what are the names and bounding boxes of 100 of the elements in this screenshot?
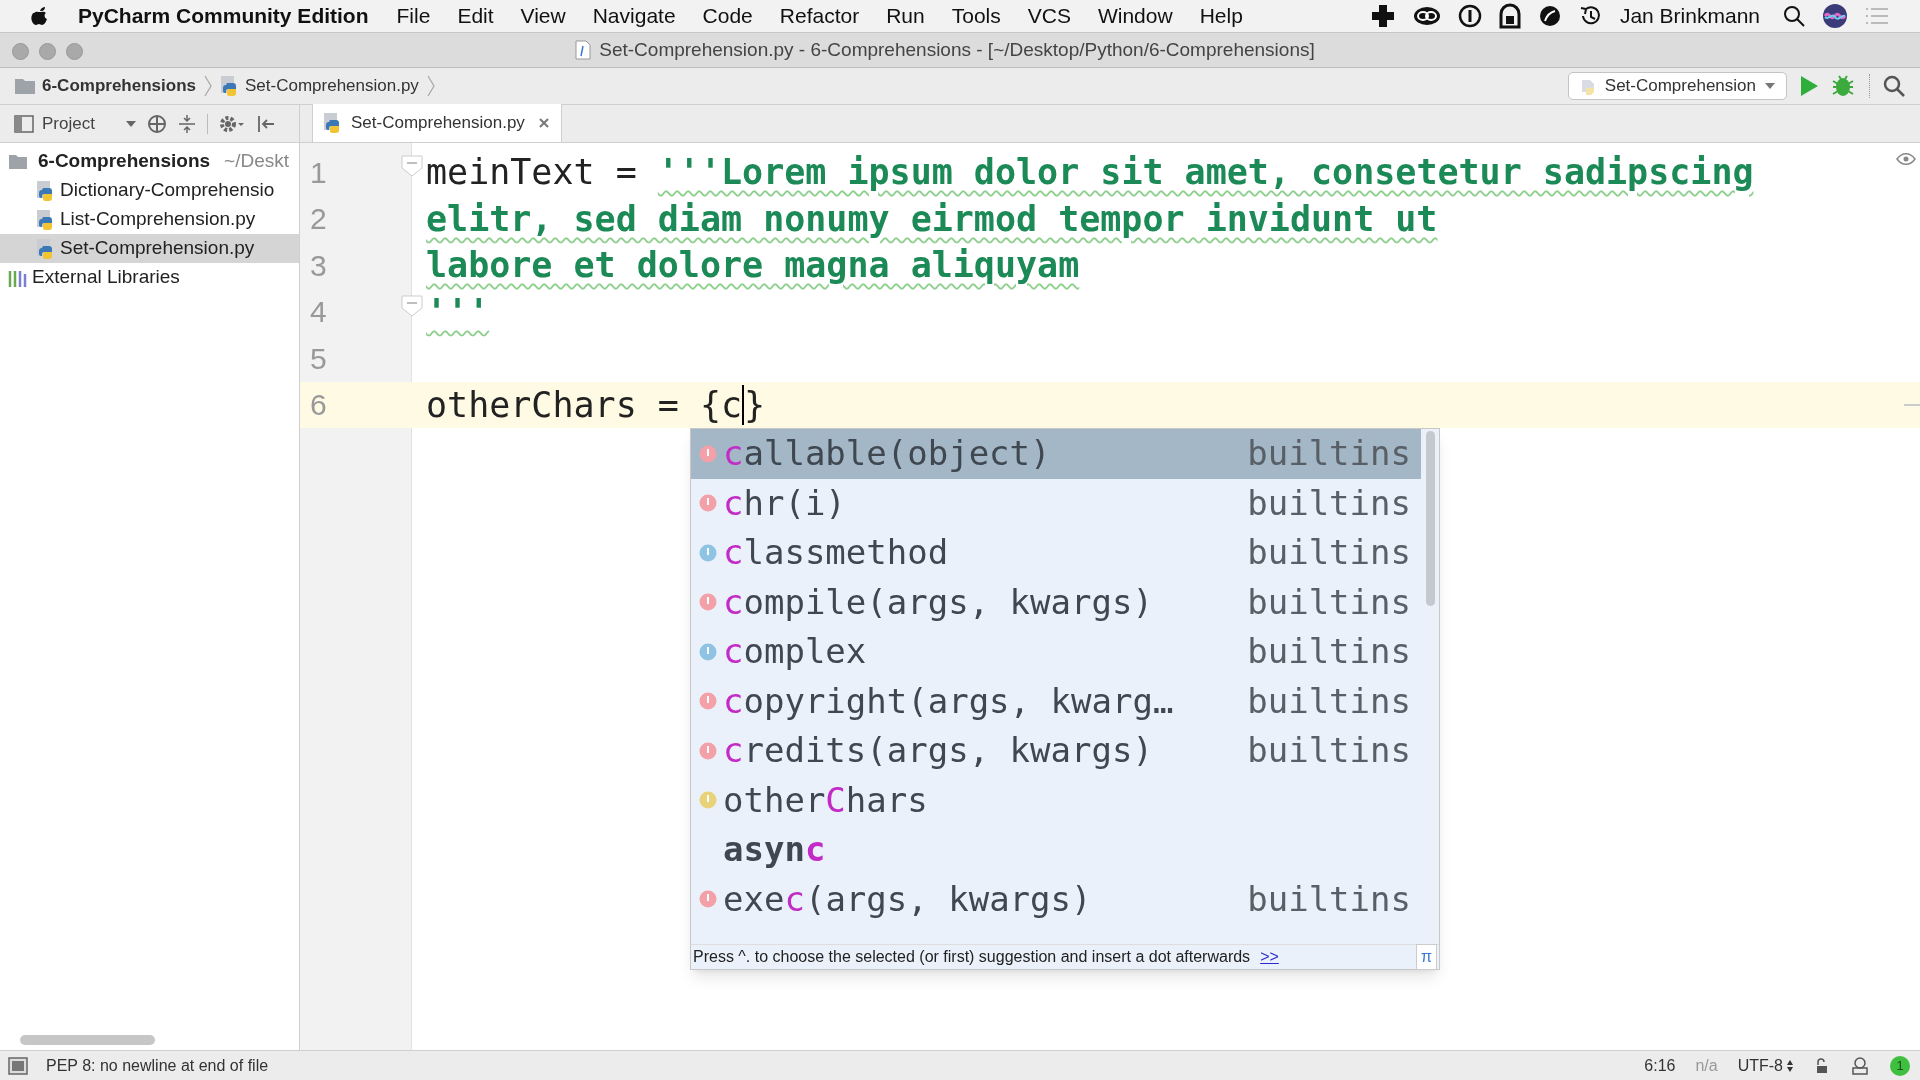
library-icon	[8, 268, 28, 287]
menu-item[interactable]: Window	[1097, 0, 1173, 32]
menu-item[interactable]: File	[396, 0, 431, 32]
code-identifier: meinText	[426, 151, 595, 194]
menu-item[interactable]: VCS	[1027, 0, 1071, 32]
completion-item[interactable]: exec(args, kwargs) builtins	[691, 874, 1421, 924]
string-literal: labore et dolore magna aliquyam	[426, 244, 1080, 287]
app-name[interactable]: PyCharm Community Edition	[78, 0, 369, 32]
tree-item[interactable]: Set-Comprehension.py	[0, 234, 299, 263]
module-name: builtins	[1247, 481, 1411, 525]
target-icon[interactable]	[146, 113, 167, 134]
completion-item[interactable]: complex builtins	[691, 627, 1421, 677]
lock-icon[interactable]	[1814, 1057, 1830, 1074]
fold-marker-icon[interactable]	[401, 155, 423, 177]
cursor-position[interactable]: 6:16	[1644, 1053, 1676, 1078]
menu-item[interactable]: Run	[886, 0, 925, 32]
completion-item[interactable]: callable(object) builtins	[691, 429, 1421, 479]
window-title: Set-Comprehension.py - 6-Comprehensions - [~/Desktop/Python/6-Comprehensions]	[599, 37, 1315, 62]
breadcrumb-item[interactable]: Set-Comprehension.py	[245, 73, 419, 99]
class-icon	[699, 543, 717, 562]
horizontal-scrollbar[interactable]	[20, 1035, 155, 1045]
window-icon	[14, 114, 34, 133]
code-operator: =	[656, 383, 680, 427]
tree-item[interactable]: External Libraries	[0, 263, 299, 292]
module-name: builtins	[1247, 630, 1411, 674]
user-name[interactable]: Jan Brinkmann	[1619, 0, 1760, 32]
project-view-selector[interactable]: Project	[42, 110, 95, 137]
completion-item[interactable]: classmethod builtins	[691, 528, 1421, 578]
code-operator: =	[614, 151, 638, 194]
function-icon	[699, 593, 717, 612]
completion-item[interactable]: async	[691, 825, 1421, 875]
menu-item[interactable]: Navigate	[592, 0, 676, 32]
fold-marker-icon[interactable]	[401, 294, 423, 317]
completion-item[interactable]: otherChars	[691, 775, 1421, 825]
editor-tab[interactable]: Set-Comprehension.py	[312, 104, 562, 142]
line-number: 5	[309, 340, 328, 377]
folder-icon	[14, 77, 36, 95]
search-icon[interactable]	[1782, 4, 1806, 28]
completion-item[interactable]: chr(i) builtins	[691, 478, 1421, 528]
function-icon	[699, 890, 717, 909]
module-name: builtins	[1247, 531, 1411, 575]
line-number: 3	[309, 247, 328, 284]
class-icon	[699, 642, 717, 661]
updown-icon	[1786, 1058, 1794, 1073]
hide-panel-icon[interactable]	[255, 113, 276, 134]
panel-toggle-icon[interactable]	[8, 1056, 28, 1075]
notification-badge[interactable]: 1	[1890, 1055, 1910, 1076]
menu-item[interactable]: Tools	[951, 0, 1001, 32]
more-link[interactable]: >>	[1260, 945, 1279, 969]
run-configuration-dropdown[interactable]: Set-Comprehension	[1567, 72, 1787, 100]
function-icon	[699, 741, 717, 760]
eye-icon[interactable]	[1896, 152, 1916, 166]
settings-icon[interactable]	[217, 113, 246, 134]
collapse-icon[interactable]	[176, 113, 197, 134]
siri-icon[interactable]	[1822, 3, 1848, 29]
status-message: PEP 8: no newline at end of file	[46, 1055, 269, 1076]
function-icon	[699, 494, 717, 513]
menu-item[interactable]: View	[520, 0, 566, 32]
line-number: 2	[309, 201, 328, 238]
tree-item[interactable]: Dictionary-Comprehensio	[0, 176, 299, 205]
string-literal: elitr, sed diam nonumy eirmod tempor invidunt ut	[426, 197, 1438, 241]
caret-icon	[1764, 82, 1776, 90]
code-brace: }	[744, 383, 766, 427]
module-name: builtins	[1247, 877, 1411, 921]
path-hint: ~/Deskt	[224, 149, 290, 174]
encoding-selector[interactable]: UTF-8	[1737, 1053, 1794, 1078]
tree-item[interactable]: 6-Comprehensions ~/Deskt	[0, 147, 299, 176]
completion-item[interactable]: compile(args, kwargs) builtins	[691, 577, 1421, 627]
menu-item[interactable]: Edit	[457, 0, 494, 32]
menu-item[interactable]: Code	[702, 0, 753, 32]
line-number: 1	[309, 154, 328, 191]
pin-toggle[interactable]: π	[1415, 944, 1437, 970]
module-name: builtins	[1247, 432, 1411, 476]
line-number: 4	[309, 294, 328, 331]
close-icon[interactable]	[536, 116, 551, 130]
document-icon	[575, 40, 592, 60]
function-icon	[699, 692, 717, 711]
scrollbar-thumb[interactable]	[1426, 431, 1435, 606]
completion-item[interactable]: c redits(args, kwargs) builtins	[691, 726, 1421, 776]
apple-icon[interactable]	[30, 5, 50, 27]
cloud-icon[interactable]	[1411, 4, 1442, 28]
menu-item[interactable]: Help	[1199, 0, 1243, 32]
info-circle-icon[interactable]	[1457, 4, 1482, 28]
scroll-marker	[1904, 403, 1920, 406]
code-identifier: otherChars	[426, 383, 637, 427]
tree-item[interactable]: List-Comprehension.py	[0, 205, 299, 234]
hint-text: Press ^. to choose the selected (or first) suggestion and insert a dot afterwards	[693, 947, 1251, 967]
variable-icon	[699, 791, 717, 810]
search-icon[interactable]	[1882, 74, 1906, 98]
module-name: builtins	[1247, 729, 1411, 773]
chevron-icon	[203, 74, 213, 98]
code-identifier: c	[721, 383, 743, 427]
module-name: builtins	[1247, 580, 1411, 624]
menu-item[interactable]: Refactor	[779, 0, 860, 32]
breadcrumb-item[interactable]: 6-Comprehensions	[42, 73, 196, 99]
string-literal: '''Lorem ipsum dolor sit amet, consetetur sadipscing	[657, 151, 1754, 194]
completion-item[interactable]: copyright(args, kwarg… builtins	[691, 676, 1421, 726]
caret-icon[interactable]	[124, 119, 137, 128]
function-icon	[699, 444, 717, 463]
string-literal: '''	[426, 290, 490, 334]
